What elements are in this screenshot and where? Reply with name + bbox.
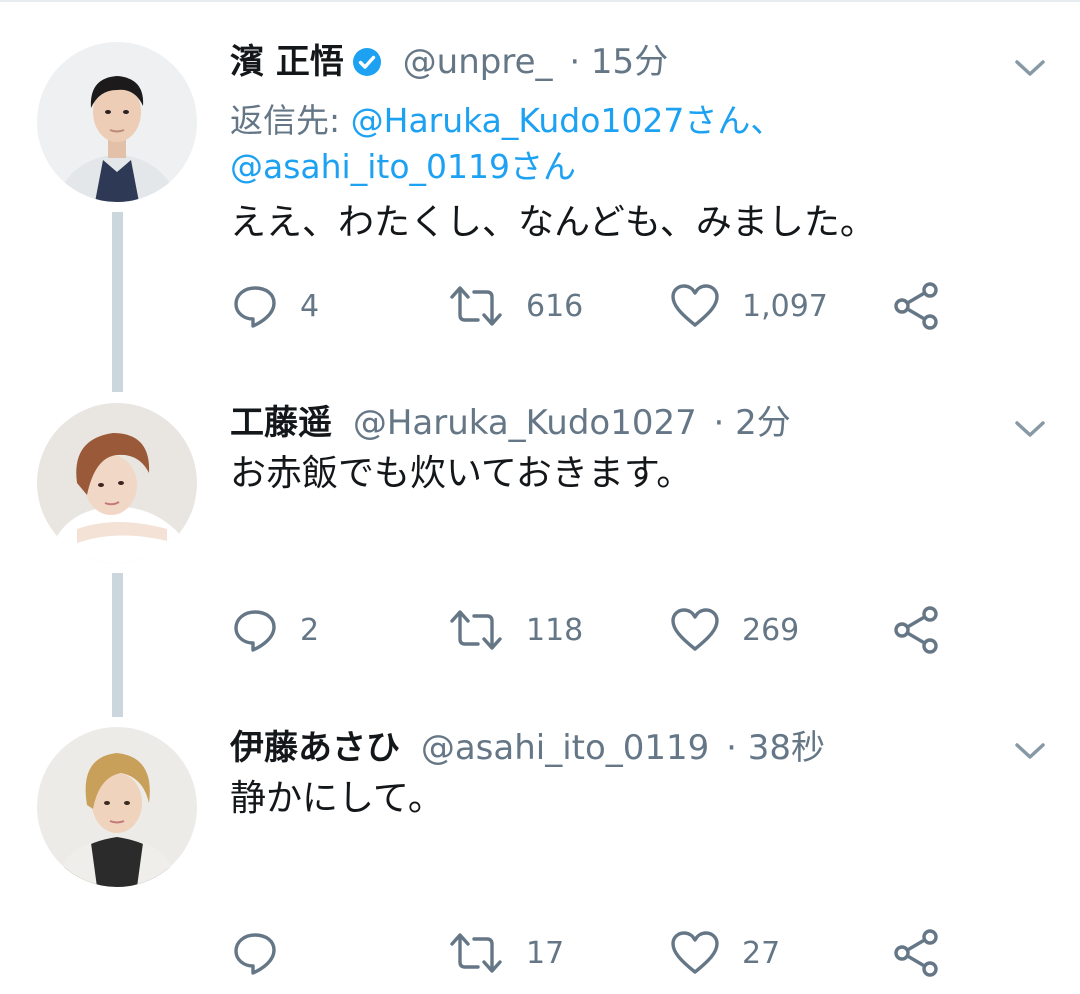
retweet-button[interactable]: 616 bbox=[448, 281, 583, 331]
tweet-header: 濱 正悟 @unpre_ · 15分 bbox=[230, 40, 668, 88]
display-name[interactable]: 工藤遥 bbox=[230, 403, 332, 443]
tweet-header: 伊藤あさひ @asahi_ito_0119 · 38秒 bbox=[230, 726, 825, 770]
retweet-button[interactable]: 118 bbox=[448, 605, 583, 655]
like-button[interactable]: 1,097 bbox=[670, 281, 828, 331]
reply-mention[interactable]: @asahi_ito_0119さん bbox=[230, 147, 576, 186]
retweet-count: 17 bbox=[526, 935, 565, 971]
heart-icon bbox=[671, 931, 719, 974]
retweet-button[interactable]: 17 bbox=[448, 928, 564, 978]
chevron-down-icon[interactable] bbox=[1012, 56, 1048, 80]
share-icon bbox=[894, 606, 938, 654]
reply-count: 2 bbox=[300, 612, 320, 648]
heart-icon bbox=[671, 608, 719, 651]
handle[interactable]: @asahi_ito_0119 bbox=[421, 728, 710, 768]
timestamp[interactable]: · 2分 bbox=[714, 403, 791, 443]
timestamp[interactable]: · 15分 bbox=[569, 42, 668, 82]
tweet-actions: 17 27 bbox=[0, 928, 1080, 978]
heart-icon bbox=[671, 284, 719, 327]
retweet-icon bbox=[450, 610, 502, 650]
share-icon bbox=[894, 282, 938, 330]
chevron-down-icon[interactable] bbox=[1012, 739, 1048, 763]
share-button[interactable] bbox=[891, 281, 941, 331]
tweet-actions: 4 616 1,097 bbox=[0, 281, 1080, 331]
retweet-count: 118 bbox=[526, 612, 584, 648]
retweet-icon bbox=[450, 286, 502, 326]
timestamp[interactable]: · 38秒 bbox=[726, 728, 825, 768]
tweet-text: ええ、わたくし、なんども、みました。 bbox=[230, 202, 876, 243]
reply-count: 4 bbox=[300, 288, 320, 324]
handle[interactable]: @unpre_ bbox=[403, 42, 553, 82]
avatar[interactable] bbox=[37, 727, 197, 887]
reply-icon bbox=[234, 933, 276, 975]
reply-icon bbox=[234, 610, 276, 652]
tweet-text: 静かにして。 bbox=[230, 778, 444, 819]
chevron-down-icon[interactable] bbox=[1012, 417, 1048, 441]
retweet-icon bbox=[450, 933, 502, 973]
display-name[interactable]: 濱 正悟 bbox=[230, 42, 344, 82]
share-button[interactable] bbox=[891, 605, 941, 655]
tweet-actions: 2 118 269 bbox=[0, 605, 1080, 655]
like-count: 269 bbox=[742, 612, 800, 648]
avatar[interactable] bbox=[37, 42, 197, 202]
reply-context: 返信先: @Haruka_Kudo1027さん、 @asahi_ito_0119… bbox=[230, 98, 783, 190]
tweet-2[interactable]: 工藤遥 @Haruka_Kudo1027 · 2分 お赤飯でも炊いておきます。 … bbox=[0, 390, 1080, 717]
reply-button[interactable] bbox=[232, 928, 300, 978]
display-name[interactable]: 伊藤あさひ bbox=[230, 728, 400, 768]
reply-mention[interactable]: @Haruka_Kudo1027さん、 bbox=[351, 101, 784, 140]
tweet-1[interactable]: 濱 正悟 @unpre_ · 15分 返信先: @Haruka_Kudo1027… bbox=[0, 0, 1080, 392]
retweet-count: 616 bbox=[526, 288, 584, 324]
like-count: 1,097 bbox=[742, 288, 828, 324]
like-button[interactable]: 27 bbox=[670, 928, 780, 978]
share-button[interactable] bbox=[891, 928, 941, 978]
tweet-text: お赤飯でも炊いておきます。 bbox=[230, 453, 693, 494]
reply-button[interactable]: 4 bbox=[232, 281, 319, 331]
like-button[interactable]: 269 bbox=[670, 605, 799, 655]
tweet-3[interactable]: 伊藤あさひ @asahi_ito_0119 · 38秒 静かにして。 17 27 bbox=[0, 715, 1080, 994]
verified-badge-icon bbox=[352, 44, 382, 88]
avatar[interactable] bbox=[37, 403, 197, 563]
handle[interactable]: @Haruka_Kudo1027 bbox=[353, 403, 697, 443]
reply-icon bbox=[234, 286, 276, 328]
reply-button[interactable]: 2 bbox=[232, 605, 319, 655]
share-icon bbox=[894, 929, 938, 977]
reply-label: 返信先: bbox=[230, 101, 341, 140]
tweet-header: 工藤遥 @Haruka_Kudo1027 · 2分 bbox=[230, 401, 791, 445]
like-count: 27 bbox=[742, 935, 781, 971]
